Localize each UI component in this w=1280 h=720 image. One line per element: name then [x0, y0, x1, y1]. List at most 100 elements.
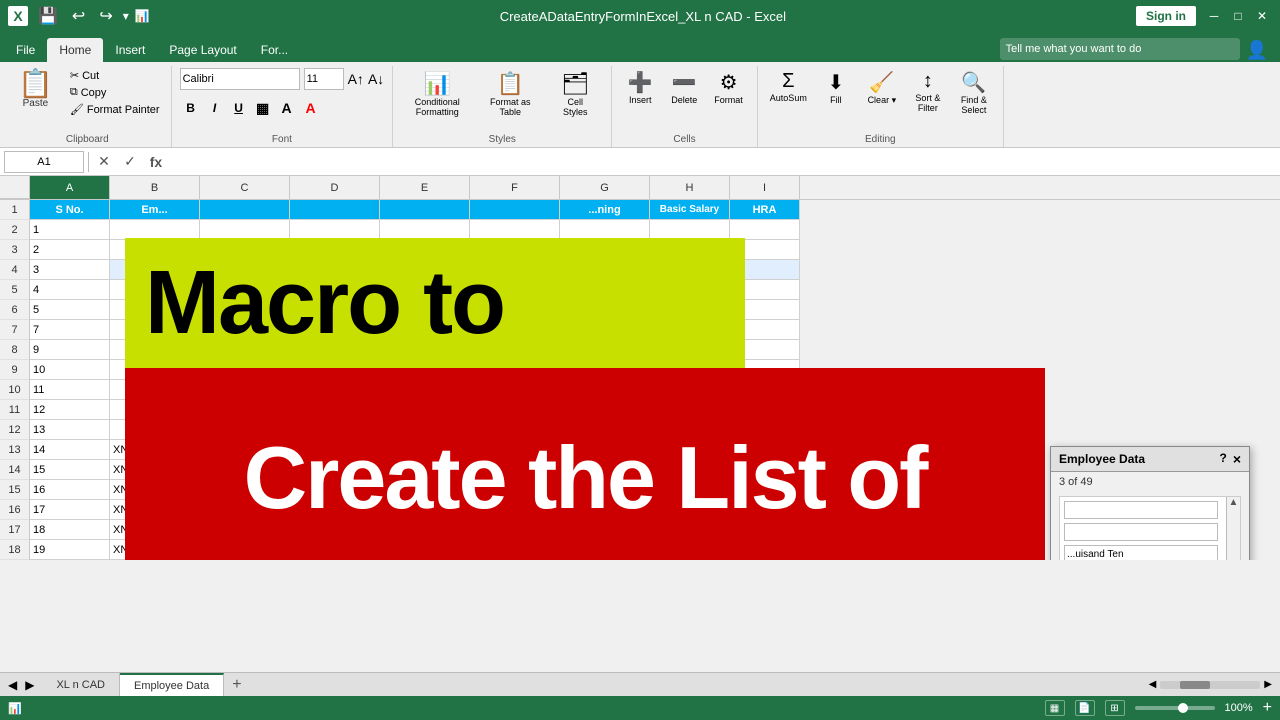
- zoom-slider[interactable]: [1135, 706, 1215, 710]
- sheet-scroll-right[interactable]: ▶: [21, 676, 38, 694]
- cell-a4[interactable]: 3: [30, 260, 110, 280]
- cell-b1[interactable]: Em...: [110, 200, 200, 220]
- save-button[interactable]: 💾: [34, 4, 62, 28]
- cut-button[interactable]: ✂ Cut: [67, 68, 163, 83]
- insert-button[interactable]: ➕ Insert: [620, 68, 660, 107]
- cell-e1[interactable]: [380, 200, 470, 220]
- row-num-2[interactable]: 2: [0, 220, 29, 240]
- formula-input[interactable]: [171, 151, 1276, 173]
- sheet-tab-xl-n-cad[interactable]: XL n CAD: [42, 673, 120, 696]
- row-num-6[interactable]: 6: [0, 300, 29, 320]
- row-num-13[interactable]: 13: [0, 440, 29, 460]
- decrease-font-button[interactable]: A↓: [368, 71, 384, 87]
- format-as-table-button[interactable]: 📋 Format asTable: [477, 68, 543, 120]
- cell-i1[interactable]: HRA: [730, 200, 800, 220]
- col-header-e[interactable]: E: [380, 176, 470, 199]
- cell-a6[interactable]: 5: [30, 300, 110, 320]
- maximize-button[interactable]: □: [1228, 6, 1248, 26]
- row-num-9[interactable]: 9: [0, 360, 29, 380]
- sort-filter-button[interactable]: ↕ Sort &Filter: [907, 68, 949, 115]
- col-header-b[interactable]: B: [110, 176, 200, 199]
- page-break-view-button[interactable]: ⊞: [1105, 700, 1125, 716]
- zoom-in-button[interactable]: +: [1263, 699, 1272, 717]
- add-sheet-button[interactable]: +: [224, 672, 249, 696]
- tab-formulas[interactable]: For...: [249, 38, 300, 62]
- h-scrollbar[interactable]: [1160, 681, 1260, 689]
- row-num-3[interactable]: 3: [0, 240, 29, 260]
- row-num-17[interactable]: 17: [0, 520, 29, 540]
- cell-a12[interactable]: 13: [30, 420, 110, 440]
- row-num-4[interactable]: 4: [0, 260, 29, 280]
- h-scroll-left[interactable]: ◀: [1149, 679, 1157, 690]
- cell-a18[interactable]: 19: [30, 540, 110, 560]
- cell-f2[interactable]: [470, 220, 560, 240]
- cell-a7[interactable]: 7: [30, 320, 110, 340]
- col-header-h[interactable]: H: [650, 176, 730, 199]
- row-num-18[interactable]: 18: [0, 540, 29, 560]
- h-scroll-right[interactable]: ▶: [1264, 679, 1272, 690]
- clear-button[interactable]: 🧹 Clear ▾: [861, 68, 903, 108]
- bold-button[interactable]: B: [180, 97, 202, 119]
- cell-a16[interactable]: 17: [30, 500, 110, 520]
- cell-a9[interactable]: 10: [30, 360, 110, 380]
- row-num-8[interactable]: 8: [0, 340, 29, 360]
- row-num-14[interactable]: 14: [0, 460, 29, 480]
- cell-b2[interactable]: [110, 220, 200, 240]
- tab-home[interactable]: Home: [47, 38, 103, 62]
- cell-f1[interactable]: [470, 200, 560, 220]
- row-num-15[interactable]: 15: [0, 480, 29, 500]
- cell-g2[interactable]: [560, 220, 650, 240]
- data-form-field-input-3[interactable]: [1064, 545, 1218, 560]
- minimize-button[interactable]: ─: [1204, 6, 1224, 26]
- cell-a13[interactable]: 14: [30, 440, 110, 460]
- col-header-c[interactable]: C: [200, 176, 290, 199]
- copy-button[interactable]: ⧉ Copy: [67, 85, 163, 100]
- sheet-scroll-left[interactable]: ◀: [4, 676, 21, 694]
- cell-a10[interactable]: 11: [30, 380, 110, 400]
- close-button[interactable]: ✕: [1252, 6, 1272, 26]
- data-form-field-input-1[interactable]: [1064, 501, 1218, 519]
- cell-a5[interactable]: 4: [30, 280, 110, 300]
- row-num-1[interactable]: 1: [0, 200, 29, 220]
- help-icon[interactable]: 👤: [1246, 40, 1268, 61]
- cell-h1[interactable]: Basic Salary: [650, 200, 730, 220]
- cell-d2[interactable]: [290, 220, 380, 240]
- row-num-16[interactable]: 16: [0, 500, 29, 520]
- cell-a14[interactable]: 15: [30, 460, 110, 480]
- font-color-button[interactable]: A: [300, 97, 322, 119]
- cell-a17[interactable]: 18: [30, 520, 110, 540]
- customze-access[interactable]: 📊: [135, 9, 150, 23]
- signin-button[interactable]: Sign in: [1136, 6, 1196, 26]
- form-scroll-up[interactable]: ▲: [1229, 497, 1239, 508]
- data-form-field-input-2[interactable]: [1064, 523, 1218, 541]
- row-num-7[interactable]: 7: [0, 320, 29, 340]
- row-num-10[interactable]: 10: [0, 380, 29, 400]
- underline-button[interactable]: U: [228, 97, 250, 119]
- row-num-5[interactable]: 5: [0, 280, 29, 300]
- cell-a3[interactable]: 2: [30, 240, 110, 260]
- border-button[interactable]: ▦: [252, 97, 274, 119]
- tab-page-layout[interactable]: Page Layout: [157, 38, 248, 62]
- cell-a1[interactable]: S No.: [30, 200, 110, 220]
- cell-i2[interactable]: [730, 220, 800, 240]
- cell-a2[interactable]: 1: [30, 220, 110, 240]
- find-select-button[interactable]: 🔍 Find &Select: [953, 68, 995, 117]
- cell-reference-input[interactable]: [4, 151, 84, 173]
- undo-button[interactable]: ↩: [68, 4, 89, 28]
- row-num-11[interactable]: 11: [0, 400, 29, 420]
- cell-a11[interactable]: 12: [30, 400, 110, 420]
- cell-d1[interactable]: [290, 200, 380, 220]
- sheet-tab-employee-data[interactable]: Employee Data: [120, 673, 224, 696]
- fill-color-button[interactable]: A: [276, 97, 298, 119]
- tab-insert[interactable]: Insert: [103, 38, 157, 62]
- confirm-formula-button[interactable]: ✓: [119, 151, 141, 173]
- cell-c2[interactable]: [200, 220, 290, 240]
- insert-function-button[interactable]: fx: [145, 151, 167, 173]
- col-header-g[interactable]: G: [560, 176, 650, 199]
- data-form-close-icon[interactable]: ×: [1233, 451, 1241, 467]
- format-painter-button[interactable]: 🖌 Format Painter: [67, 102, 163, 117]
- cell-e2[interactable]: [380, 220, 470, 240]
- fill-button[interactable]: ⬇ Fill: [815, 68, 857, 107]
- tell-me-input[interactable]: Tell me what you want to do: [1006, 43, 1142, 55]
- delete-button[interactable]: ➖ Delete: [664, 68, 704, 107]
